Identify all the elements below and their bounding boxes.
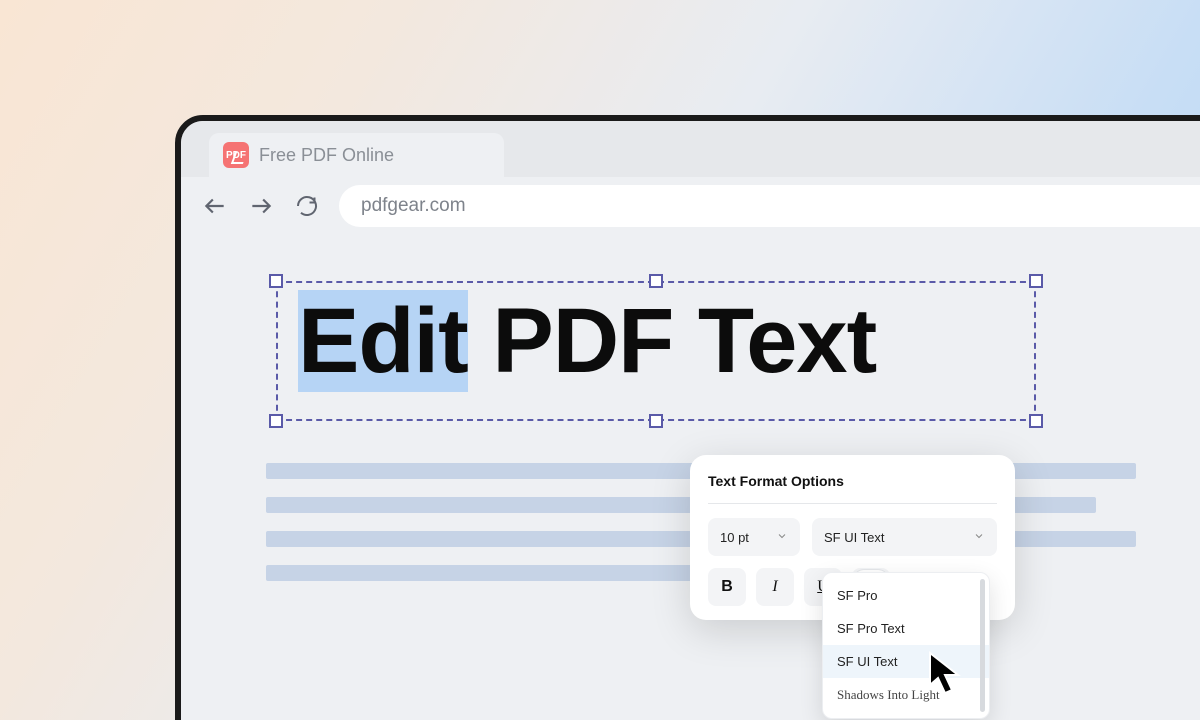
gradient-background: PDF Free PDF Online pdfgear.com [0, 0, 1200, 720]
browser-window: PDF Free PDF Online pdfgear.com [175, 115, 1200, 720]
divider [708, 503, 997, 504]
font-option-sf-pro-text[interactable]: SF Pro Text [823, 612, 989, 645]
browser-nav-row: pdfgear.com [181, 177, 1200, 235]
editable-text-rest: PDF Text [468, 290, 876, 392]
pdf-app-icon: PDF [223, 142, 249, 168]
bold-button[interactable]: B [708, 568, 746, 606]
address-bar[interactable]: pdfgear.com [339, 185, 1200, 227]
font-option-sf-ui-text[interactable]: SF UI Text [823, 645, 989, 678]
resize-handle-bottom-right[interactable] [1029, 414, 1043, 428]
editable-text[interactable]: Edit PDF Text [298, 289, 876, 394]
chevron-down-icon [776, 530, 788, 545]
font-option-shadows-into-light[interactable]: Shadows Into Light [823, 678, 989, 712]
resize-handle-top-right[interactable] [1029, 274, 1043, 288]
browser-tab[interactable]: PDF Free PDF Online [209, 133, 504, 177]
text-selection-box[interactable]: Edit PDF Text [276, 281, 1036, 421]
chevron-down-icon [973, 530, 985, 545]
italic-button[interactable]: I [756, 568, 794, 606]
address-bar-text: pdfgear.com [361, 195, 466, 217]
resize-handle-top-left[interactable] [269, 274, 283, 288]
dropdown-scrollbar[interactable] [980, 579, 985, 712]
reload-icon[interactable] [293, 192, 321, 220]
browser-tab-bar: PDF Free PDF Online [181, 121, 1200, 177]
font-option-sf-pro[interactable]: SF Pro [823, 579, 989, 612]
font-family-value: SF UI Text [824, 530, 884, 545]
resize-handle-top-middle[interactable] [649, 274, 663, 288]
browser-tab-title: Free PDF Online [259, 145, 394, 166]
font-size-value: 10 pt [720, 530, 749, 545]
forward-arrow-icon[interactable] [247, 192, 275, 220]
font-size-select[interactable]: 10 pt [708, 518, 800, 556]
font-dropdown: SF Pro SF Pro Text SF UI Text Shadows In… [822, 572, 990, 719]
resize-handle-bottom-middle[interactable] [649, 414, 663, 428]
back-arrow-icon[interactable] [201, 192, 229, 220]
highlighted-text: Edit [298, 290, 468, 392]
resize-handle-bottom-left[interactable] [269, 414, 283, 428]
font-family-select[interactable]: SF UI Text [812, 518, 997, 556]
popover-title: Text Format Options [708, 473, 997, 489]
